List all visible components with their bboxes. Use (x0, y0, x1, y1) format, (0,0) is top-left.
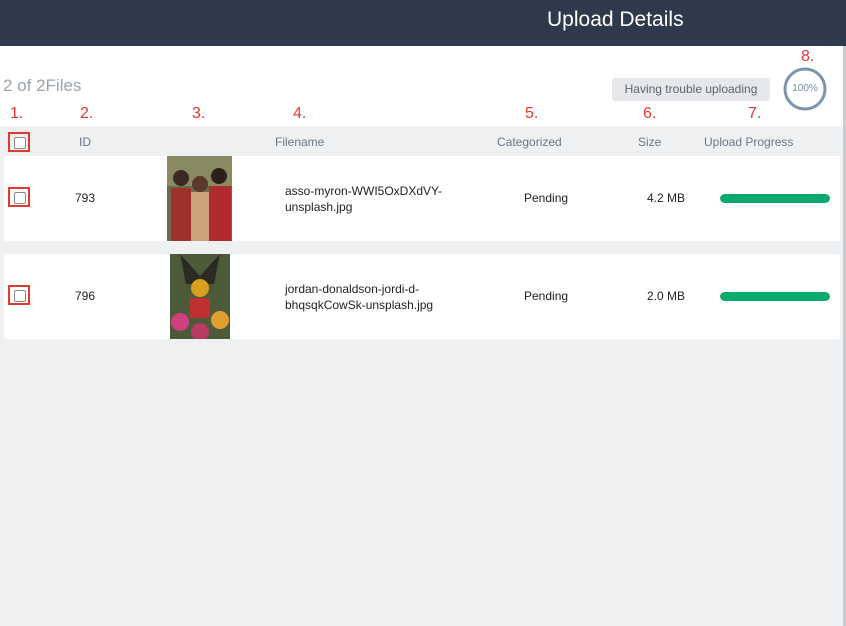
column-header-filename: Filename (275, 135, 325, 149)
column-header-categorized: Categorized (497, 135, 562, 149)
column-header-id: ID (79, 135, 91, 149)
filename-line: jordan-donaldson-jordi-d- (285, 282, 420, 296)
row-checkbox[interactable] (8, 285, 30, 305)
checkbox-icon (14, 137, 26, 149)
file-thumbnail[interactable] (170, 254, 230, 339)
annotation-8: 8. (801, 48, 815, 65)
table-row[interactable]: 793 asso-myron-WWI5OxDXdVY- unsplash.jpg… (4, 156, 840, 241)
annotation-5: 5. (525, 105, 539, 122)
row-status: Pending (524, 289, 569, 303)
row-filename: asso-myron-WWI5OxDXdVY- unsplash.jpg (285, 183, 442, 215)
row-size: 2.0 MB (647, 289, 686, 303)
annotation-3: 3. (192, 105, 206, 122)
page-title: Upload Details (547, 8, 684, 31)
filename-line: unsplash.jpg (285, 200, 353, 214)
annotation-1: 1. (10, 105, 24, 122)
table-header: ID Filename Categorized Size Upload Prog… (0, 126, 843, 156)
row-progress-bar (720, 194, 830, 203)
having-trouble-button[interactable]: Having trouble uploading (612, 78, 770, 101)
row-size: 4.2 MB (647, 191, 686, 205)
row-progress-fill (720, 292, 830, 301)
annotation-6: 6. (643, 105, 657, 122)
annotation-2: 2. (80, 105, 94, 122)
overall-progress-text: 100% (792, 83, 818, 94)
photo-thumbnail-icon (170, 254, 230, 339)
checkbox-icon (14, 192, 26, 204)
annotation-4: 4. (293, 105, 307, 122)
row-filename: jordan-donaldson-jordi-d- bhqsqkCowSk-un… (285, 281, 433, 313)
table-row[interactable]: 796 jordan-donaldson-jordi-d- bhqsqkCowS… (4, 254, 840, 339)
row-checkbox[interactable] (8, 187, 30, 207)
photo-thumbnail-icon (167, 156, 232, 241)
row-progress-bar (720, 292, 830, 301)
file-thumbnail[interactable] (167, 156, 232, 241)
row-progress-fill (720, 194, 830, 203)
row-id: 793 (75, 191, 96, 205)
overall-progress-circle: 100% (782, 66, 828, 112)
row-status: Pending (524, 191, 569, 205)
select-all-checkbox[interactable] (8, 132, 30, 152)
column-header-upload-progress: Upload Progress (704, 135, 794, 149)
row-id: 796 (75, 289, 96, 303)
checkbox-icon (14, 290, 26, 302)
filename-line: bhqsqkCowSk-unsplash.jpg (285, 298, 434, 312)
top-header: Upload Details (0, 0, 846, 46)
column-header-size: Size (638, 135, 662, 149)
file-count-label: 2 of 2Files (3, 76, 82, 95)
filename-line: asso-myron-WWI5OxDXdVY- (285, 184, 442, 198)
annotation-7: 7. (748, 105, 762, 122)
